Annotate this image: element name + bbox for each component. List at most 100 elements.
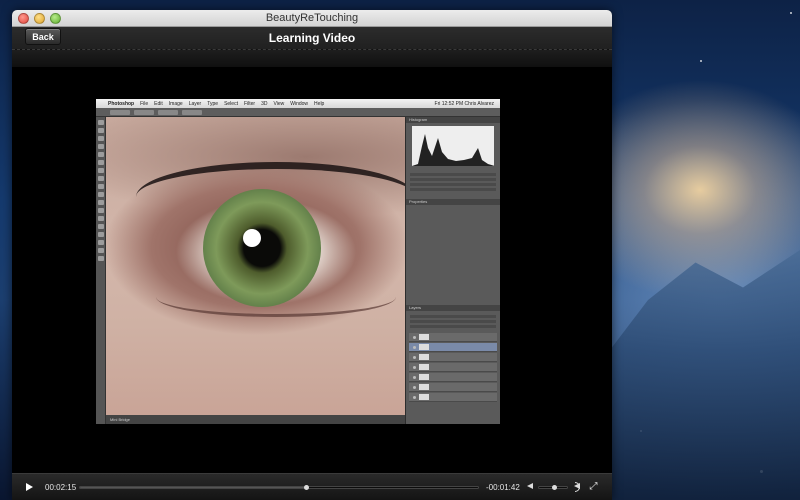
layers-options [406, 311, 500, 332]
ps-tool-icon [97, 144, 104, 149]
stat-row [410, 178, 496, 181]
ps-menu-item: File [140, 100, 149, 107]
eye-icon [413, 375, 416, 379]
ps-menu-item: Image [168, 100, 183, 107]
ps-tool-icon [97, 176, 104, 181]
ps-app-name: Photoshop [108, 100, 135, 107]
pupil-highlight [243, 229, 261, 247]
ps-menubar: Photoshop File Edit Image Layer Type Sel… [96, 99, 500, 108]
window-controls [18, 13, 61, 24]
ps-tool-icon [97, 152, 104, 157]
ps-tool-icon [97, 192, 104, 197]
properties-panel-body [406, 205, 500, 305]
ps-menu-item: Help [314, 100, 325, 107]
minimize-window-button[interactable] [34, 13, 45, 24]
eye-icon [413, 335, 416, 339]
ps-tools-panel [96, 117, 106, 424]
layer-row [409, 353, 497, 362]
iris [203, 189, 321, 307]
ps-menu-item: Window [290, 100, 309, 107]
ps-tool-icon [97, 184, 104, 189]
ps-tool-icon [97, 208, 104, 213]
volume-high-icon[interactable] [574, 482, 580, 492]
video-viewport[interactable]: Photoshop File Edit Image Layer Type Sel… [12, 68, 612, 473]
video-control-bar: 00:02:15 -00:01:42 ⤢ [12, 473, 612, 500]
eye-icon [413, 355, 416, 359]
layer-thumbnail [419, 354, 429, 360]
stat-row [410, 183, 496, 186]
progress-knob[interactable] [304, 485, 310, 490]
remaining-time: -00:01:42 [486, 483, 520, 492]
close-window-button[interactable] [18, 13, 29, 24]
ps-tool-icon [97, 120, 104, 125]
eye-icon [413, 385, 416, 389]
window-title: BeautyReTouching [265, 12, 359, 24]
volume-low-icon[interactable] [527, 483, 533, 489]
ps-tool-icon [97, 200, 104, 205]
leather-stitch-divider [12, 49, 612, 67]
elapsed-time: 00:02:15 [45, 483, 77, 492]
ps-menu-item: Layer [188, 100, 202, 107]
page-title: Learning Video [268, 31, 356, 45]
ps-panel-header: Histogram [406, 117, 500, 123]
ps-tool-icon [97, 168, 104, 173]
ps-menu-item: Type [207, 100, 219, 107]
layer-thumbnail [419, 394, 429, 400]
eye-icon [413, 395, 416, 399]
volume-slider[interactable] [538, 485, 568, 490]
layer-row [409, 393, 497, 402]
ps-tool-icon [97, 128, 104, 133]
layer-thumbnail [419, 334, 429, 340]
layer-option-row [410, 315, 496, 318]
title-bar: BeautyReTouching [12, 10, 612, 27]
ps-option-field [158, 109, 178, 115]
star [790, 12, 792, 14]
stat-row [410, 173, 496, 176]
ps-option-field [134, 109, 154, 115]
histogram-shape [412, 134, 494, 166]
ps-status-bar: Mini Bridge [106, 415, 405, 424]
progress-scrubber[interactable] [79, 485, 479, 490]
layer-thumbnail [419, 364, 429, 370]
ps-options-bar [96, 108, 500, 117]
zoom-window-button[interactable] [50, 13, 61, 24]
ps-right-panels: Histogram Properties Layers [405, 117, 500, 424]
ps-menu-item: Edit [154, 100, 163, 107]
progress-fill [80, 487, 307, 488]
ps-tool-icon [97, 256, 104, 261]
volume-knob[interactable] [551, 485, 557, 490]
ps-tool-icon [97, 160, 104, 165]
layer-row [409, 373, 497, 382]
layer-option-row [410, 325, 496, 328]
ps-menu-item: 3D [261, 100, 268, 107]
ps-tool-icon [97, 136, 104, 141]
fullscreen-icon[interactable]: ⤢ [588, 481, 599, 492]
stat-row [410, 188, 496, 191]
ps-tool-icon [97, 240, 104, 245]
ps-menu-item: Filter [243, 100, 256, 107]
layer-thumbnail [419, 374, 429, 380]
ps-option-field [182, 109, 202, 115]
layer-row [409, 333, 497, 342]
ps-clock: Fri 12:52 PM Chris Alvarez [435, 101, 494, 107]
layer-thumbnail [419, 344, 429, 350]
ps-tool-icon [97, 232, 104, 237]
ps-tool-icon [97, 224, 104, 229]
ps-option-field [110, 109, 130, 115]
ps-status-tab: Mini Bridge [110, 417, 131, 422]
header-toolbar: Back Learning Video [12, 27, 612, 67]
ps-clock-text: Fri 12:52 PM [434, 100, 464, 107]
play-icon[interactable] [26, 483, 33, 491]
star [700, 60, 702, 62]
ps-menu-item: Select [224, 100, 238, 107]
ps-tool-icon [97, 248, 104, 253]
layer-row [409, 343, 497, 352]
eye-icon [413, 365, 416, 369]
video-frame-photoshop: Photoshop File Edit Image Layer Type Sel… [96, 99, 500, 424]
eye-photo-canvas [106, 117, 416, 415]
layer-option-row [410, 320, 496, 323]
eye-icon [413, 345, 416, 349]
layer-row [409, 363, 497, 372]
ps-tool-icon [97, 216, 104, 221]
layer-row [409, 383, 497, 392]
